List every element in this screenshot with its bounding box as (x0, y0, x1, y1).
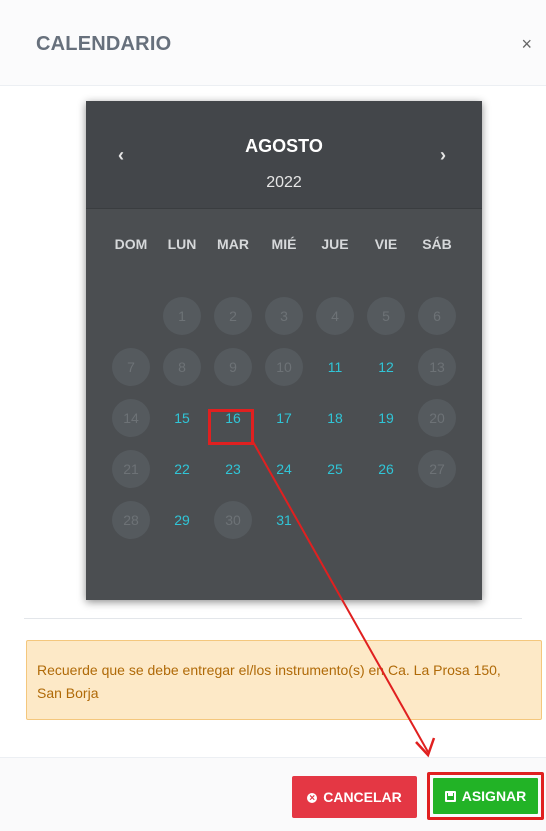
alert-text: Recuerde que se debe entregar el/los ins… (37, 662, 501, 701)
weekday-header: JUE (321, 236, 349, 252)
date-picker: ‹ AGOSTO 2022 › DOM LUN MAR MIÉ JUE VIE SÁB 12… (86, 101, 482, 600)
day-23[interactable]: 23 (214, 450, 252, 488)
circle-x-icon (307, 778, 318, 820)
day-26[interactable]: 26 (367, 450, 405, 488)
next-month-icon[interactable]: › (440, 145, 446, 166)
day-9: 9 (214, 348, 252, 386)
day-28: 28 (112, 501, 150, 539)
month-label: AGOSTO (245, 136, 323, 156)
day-21: 21 (112, 450, 150, 488)
cancel-label: CANCELAR (323, 789, 402, 805)
day-14: 14 (112, 399, 150, 437)
weekday-header: MAR (217, 236, 249, 252)
assign-button-face[interactable]: ASIGNAR (433, 778, 538, 814)
day-1: 1 (163, 297, 201, 335)
day-31[interactable]: 31 (265, 501, 303, 539)
weekday-row: DOM LUN MAR MIÉ JUE VIE SÁB (106, 236, 471, 256)
day-30: 30 (214, 501, 252, 539)
day-15[interactable]: 15 (163, 399, 201, 437)
cancel-button[interactable]: CANCELAR (292, 776, 417, 820)
weekday-header: LUN (167, 236, 197, 252)
weekday-header: VIE (374, 236, 398, 252)
divider (24, 618, 522, 619)
date-picker-header: ‹ AGOSTO 2022 › (86, 101, 482, 209)
day-8: 8 (163, 348, 201, 386)
day-12[interactable]: 12 (367, 348, 405, 386)
save-icon (444, 791, 456, 802)
day-19[interactable]: 19 (367, 399, 405, 437)
day-3: 3 (265, 297, 303, 335)
assign-button[interactable]: ASIGNAR (427, 772, 544, 820)
day-29[interactable]: 29 (163, 501, 201, 539)
weekday-header: MIÉ (271, 236, 297, 252)
day-10: 10 (265, 348, 303, 386)
day-5: 5 (367, 297, 405, 335)
day-6: 6 (418, 297, 456, 335)
day-17[interactable]: 17 (265, 399, 303, 437)
day-4: 4 (316, 297, 354, 335)
delivery-alert: Recuerde que se debe entregar el/los ins… (26, 640, 542, 720)
year-label: 2022 (266, 174, 302, 191)
weekday-header: DOM (114, 236, 148, 252)
day-2: 2 (214, 297, 252, 335)
calendar-modal: CALENDARIO × ‹ AGOSTO 2022 › DOM LUN MAR MI… (0, 0, 546, 831)
day-11[interactable]: 11 (316, 348, 354, 386)
day-22[interactable]: 22 (163, 450, 201, 488)
day-27: 27 (418, 450, 456, 488)
weekday-header: SÁB (422, 236, 452, 252)
selected-day-annotation (208, 409, 254, 445)
day-20: 20 (418, 399, 456, 437)
day-13: 13 (418, 348, 456, 386)
day-7: 7 (112, 348, 150, 386)
day-25[interactable]: 25 (316, 450, 354, 488)
day-24[interactable]: 24 (265, 450, 303, 488)
day-18[interactable]: 18 (316, 399, 354, 437)
assign-label: ASIGNAR (461, 788, 527, 804)
close-icon[interactable]: × (521, 34, 532, 55)
modal-header: CALENDARIO × (0, 0, 546, 86)
modal-title: CALENDARIO (36, 33, 172, 55)
